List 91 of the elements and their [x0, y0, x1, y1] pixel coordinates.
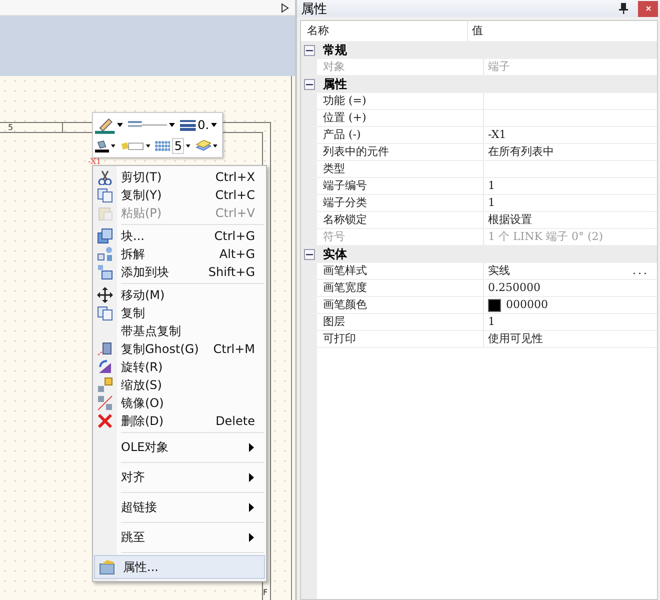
frame-label: 5: [8, 123, 14, 132]
submenu-arrow-icon: [249, 533, 254, 542]
property-name: 可打印: [317, 331, 484, 347]
submenu-arrow-icon: [249, 503, 254, 512]
paste-icon: [97, 205, 113, 221]
menu-item[interactable]: 复制: [93, 304, 266, 322]
grid-size-field[interactable]: 5: [172, 138, 184, 154]
collapse-toggle[interactable]: [304, 248, 314, 260]
property-name: 符号: [317, 229, 484, 245]
property-value[interactable]: 实线: [488, 263, 632, 279]
property-name: 画笔宽度: [317, 280, 484, 296]
dropdown-arrow-icon: [111, 144, 116, 148]
line-width-icon: [180, 118, 196, 130]
property-value[interactable]: 1: [488, 195, 657, 211]
menu-item[interactable]: 缩放(S): [93, 376, 266, 394]
copy-icon: [97, 187, 113, 203]
property-name: 端子编号: [317, 178, 484, 194]
properties-icon: [99, 559, 115, 575]
submenu-arrow-icon: [249, 473, 254, 482]
submenu-arrow-icon: [249, 443, 254, 452]
close-icon: [646, 6, 650, 11]
dropdown-arrow-icon: [169, 122, 176, 126]
property-name: 端子分类: [317, 195, 484, 211]
pin-icon: [619, 3, 628, 14]
property-value[interactable]: 使用可见性: [488, 331, 657, 347]
property-name: 名称锁定: [317, 212, 484, 228]
property-value[interactable]: 000000: [506, 297, 657, 313]
cross-icon: [97, 413, 113, 429]
property-value[interactable]: 1: [488, 178, 657, 194]
scroll-right-icon: [281, 2, 289, 12]
layers-icon: [195, 138, 211, 154]
group-header[interactable]: 常规: [317, 42, 347, 58]
menu-item[interactable]: 移动(M): [93, 286, 266, 304]
property-name: 产品 (-): [317, 127, 484, 143]
ghost-copy-icon: [97, 341, 113, 357]
menu-item[interactable]: 镜像(O): [93, 394, 266, 412]
terminal-label: -X1: [88, 157, 102, 166]
menu-item[interactable]: 带基点复制: [93, 322, 266, 340]
menu-item[interactable]: 对齐: [93, 465, 266, 490]
pen-color-icon: [95, 116, 115, 134]
menu-item[interactable]: 超链接: [93, 495, 266, 520]
dropdown-arrow-icon: [146, 144, 151, 148]
mirror-icon: [97, 395, 113, 411]
property-name: 列表中的元件: [317, 144, 484, 160]
menu-item[interactable]: 删除(D) Delete: [93, 412, 266, 430]
property-value[interactable]: 在所有列表中: [488, 144, 657, 160]
property-value[interactable]: 1: [488, 314, 657, 330]
close-button[interactable]: [638, 0, 658, 16]
property-value[interactable]: 0.250000: [488, 280, 657, 296]
property-value[interactable]: -X1: [488, 127, 657, 143]
frame-label: F: [263, 588, 268, 597]
property-name: 图层: [317, 314, 484, 330]
add-to-block-icon: [97, 264, 113, 280]
collapse-toggle[interactable]: [304, 78, 314, 90]
line-width-value[interactable]: 0.: [198, 118, 210, 132]
column-header: 值: [471, 23, 484, 39]
menu-item[interactable]: OLE对象: [93, 435, 266, 460]
menu-item[interactable]: 块... Ctrl+G: [93, 227, 266, 245]
grid-dots-icon: [154, 138, 170, 152]
dropdown-arrow-icon: [186, 144, 192, 148]
scissors-icon: [97, 169, 113, 185]
rotate-icon: [97, 359, 113, 375]
menu-item[interactable]: 复制Ghost(G) Ctrl+M: [93, 340, 266, 358]
block-icon: [97, 228, 113, 244]
menu-item[interactable]: 复制(Y) Ctrl+C: [93, 186, 266, 204]
menu-item[interactable]: 跳至: [93, 525, 266, 550]
scale-icon: [97, 377, 113, 393]
ellipsis-button[interactable]: ...: [632, 263, 649, 279]
property-name: 对象: [317, 59, 484, 75]
column-header: 名称: [301, 21, 468, 41]
panel-title: 属性: [301, 0, 328, 18]
property-name: 类型: [317, 161, 484, 177]
dropdown-arrow-icon: [116, 122, 124, 126]
property-name: 功能 (=): [317, 93, 484, 109]
menu-item[interactable]: 属性...: [94, 555, 265, 579]
explode-icon: [97, 246, 113, 262]
menu-item[interactable]: 拆解 Alt+G: [93, 245, 266, 263]
property-name: 画笔颜色: [317, 297, 484, 313]
move-arrows-icon: [97, 287, 113, 303]
dropdown-arrow-icon: [211, 122, 218, 126]
menu-item[interactable]: 添加到块 Shift+G: [93, 263, 266, 281]
menu-item[interactable]: 旋转(R): [93, 358, 266, 376]
property-name: 位置 (+): [317, 110, 484, 126]
collapse-toggle[interactable]: [304, 44, 314, 56]
property-name: 画笔样式: [317, 263, 484, 279]
group-header[interactable]: 属性: [317, 76, 347, 92]
copy-icon: [97, 305, 113, 321]
dropdown-arrow-icon: [212, 144, 218, 148]
property-value[interactable]: 根据设置: [488, 212, 657, 228]
group-header[interactable]: 实体: [317, 246, 347, 262]
menu-item[interactable]: 剪切(T) Ctrl+X: [93, 168, 266, 186]
